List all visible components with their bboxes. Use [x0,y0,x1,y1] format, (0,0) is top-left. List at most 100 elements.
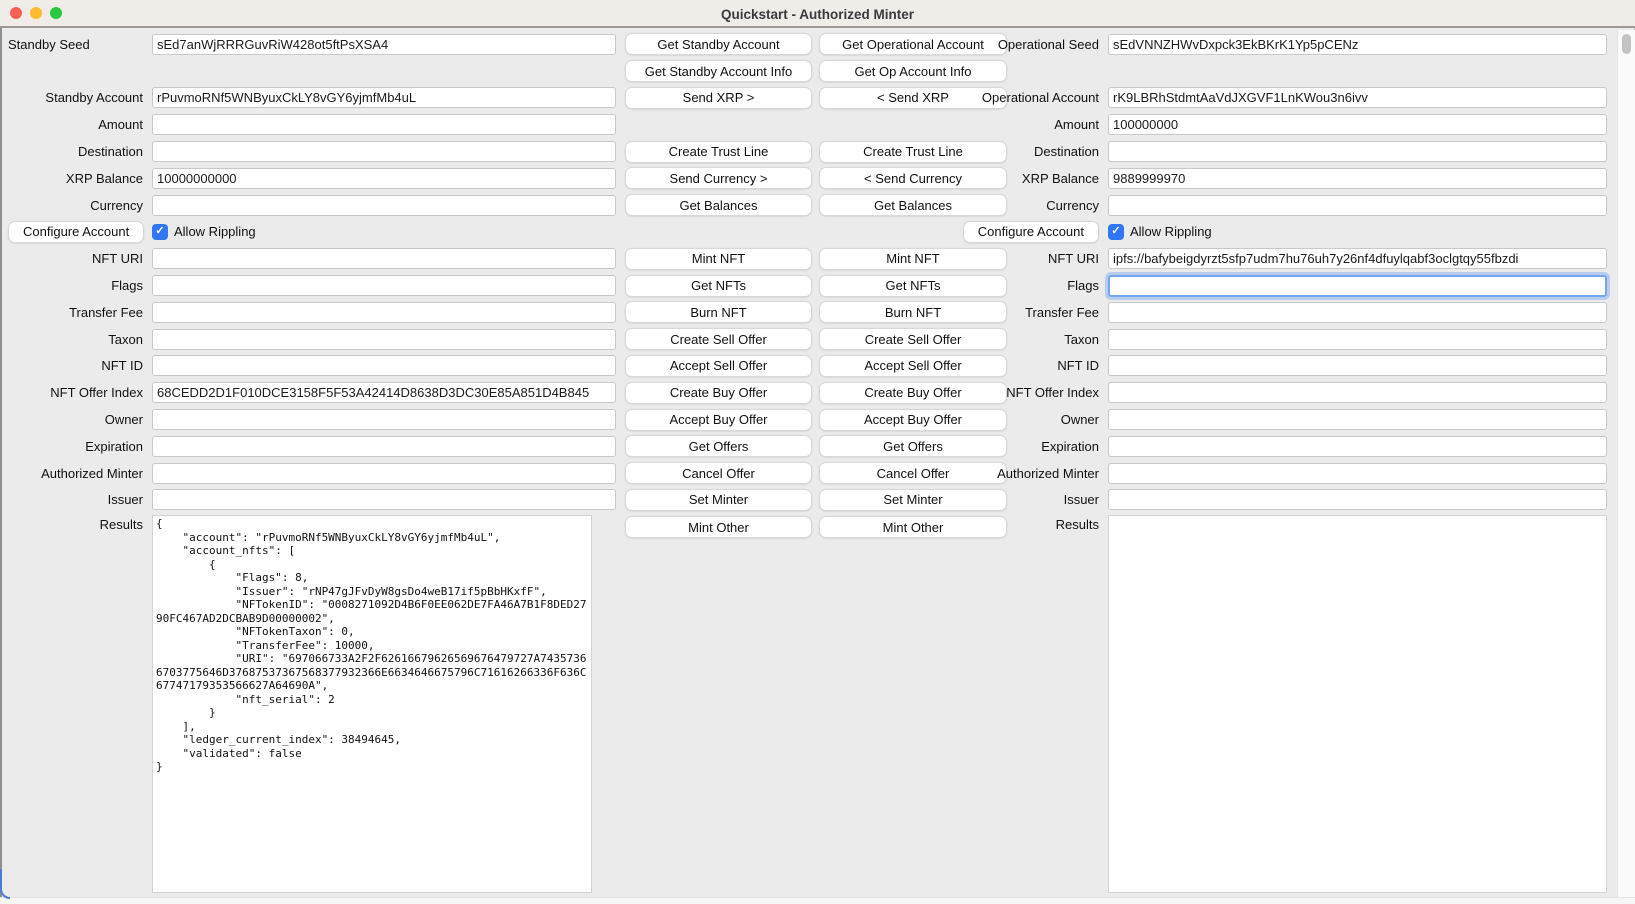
scrollbar-thumb[interactable] [1622,34,1631,54]
standby-currency-input[interactable] [152,195,616,216]
op-currency-label: Currency [1046,198,1099,213]
standby-get-balances-button[interactable]: Get Balances [625,194,812,216]
standby-taxon-label: Taxon [108,332,143,347]
op-get-balances-button[interactable]: Get Balances [819,194,1007,216]
op-results-textarea[interactable] [1108,515,1607,893]
op-destination-input[interactable] [1108,141,1607,162]
op-mint-nft-button[interactable]: Mint NFT [819,248,1007,270]
op-configure-account-button[interactable]: Configure Account [963,221,1099,243]
op-authorized-minter-input[interactable] [1108,463,1607,484]
standby-authorized-minter-input[interactable] [152,463,616,484]
standby-nft-uri-input[interactable] [152,248,616,269]
op-mint-other-button[interactable]: Mint Other [819,516,1007,538]
op-accept-sell-offer-button[interactable]: Accept Sell Offer [819,355,1007,377]
op-owner-input[interactable] [1108,409,1607,430]
standby-nft-id-input[interactable] [152,355,616,376]
row-nft-offer-index: NFT Offer Index Create Buy Offer Create … [0,379,1635,406]
standby-issuer-input[interactable] [152,489,616,510]
standby-configure-account-button[interactable]: Configure Account [8,221,144,243]
standby-cancel-offer-button[interactable]: Cancel Offer [625,462,812,484]
row-flags: Flags Get NFTs Get NFTs Flags [0,272,1635,299]
standby-amount-input[interactable] [152,114,616,135]
op-taxon-input[interactable] [1108,329,1607,350]
op-amount-label: Amount [1054,117,1099,132]
op-currency-input[interactable] [1108,195,1607,216]
op-allow-rippling-checkbox[interactable]: ✓ [1108,224,1124,240]
op-create-sell-offer-button[interactable]: Create Sell Offer [819,328,1007,350]
row-currency: Currency Get Balances Get Balances Curre… [0,192,1635,219]
op-results-label: Results [1056,517,1099,532]
row-nft-id: NFT ID Accept Sell Offer Accept Sell Off… [0,353,1635,380]
op-expiration-input[interactable] [1108,436,1607,457]
standby-nft-offer-index-input[interactable] [152,382,616,403]
op-nft-uri-input[interactable] [1108,248,1607,269]
op-nft-uri-label: NFT URI [1048,251,1099,266]
standby-set-minter-button[interactable]: Set Minter [625,489,812,511]
op-nft-id-label: NFT ID [1057,358,1099,373]
op-burn-nft-button[interactable]: Burn NFT [819,301,1007,323]
vertical-scrollbar[interactable] [1617,30,1635,897]
get-standby-account-info-button[interactable]: Get Standby Account Info [625,60,812,82]
op-nft-offer-index-input[interactable] [1108,382,1607,403]
send-currency-right-button[interactable]: Send Currency > [625,167,812,189]
bottom-strip [0,897,1635,904]
op-create-trust-line-button[interactable]: Create Trust Line [819,141,1007,163]
standby-account-input[interactable] [152,87,616,108]
standby-allow-rippling-checkbox[interactable]: ✓ [152,224,168,240]
op-amount-input[interactable] [1108,114,1607,135]
op-get-offers-button[interactable]: Get Offers [819,435,1007,457]
op-flags-input[interactable] [1108,275,1607,297]
standby-seed-input[interactable] [152,34,616,55]
op-xrp-balance-input[interactable] [1108,168,1607,189]
op-set-minter-button[interactable]: Set Minter [819,489,1007,511]
op-accept-buy-offer-button[interactable]: Accept Buy Offer [819,409,1007,431]
standby-currency-label: Currency [90,198,143,213]
op-issuer-input[interactable] [1108,489,1607,510]
row-account-info: Get Standby Account Info Get Op Account … [0,58,1635,85]
get-standby-account-button[interactable]: Get Standby Account [625,33,812,55]
standby-nft-offer-index-label: NFT Offer Index [50,385,143,400]
operational-account-input[interactable] [1108,87,1607,108]
row-nft-uri: NFT URI Mint NFT Mint NFT NFT URI [0,245,1635,272]
send-xrp-right-button[interactable]: Send XRP > [625,87,812,109]
standby-flags-label: Flags [111,278,143,293]
standby-mint-nft-button[interactable]: Mint NFT [625,248,812,270]
standby-owner-input[interactable] [152,409,616,430]
operational-account-label: Operational Account [982,90,1099,105]
op-flags-label: Flags [1067,278,1099,293]
op-owner-label: Owner [1061,412,1099,427]
standby-flags-input[interactable] [152,275,616,296]
standby-destination-input[interactable] [152,141,616,162]
standby-mint-other-button[interactable]: Mint Other [625,516,812,538]
standby-accept-sell-offer-button[interactable]: Accept Sell Offer [625,355,812,377]
get-operational-account-button[interactable]: Get Operational Account [819,33,1007,55]
standby-taxon-input[interactable] [152,329,616,350]
send-currency-left-button[interactable]: < Send Currency [819,167,1007,189]
standby-transfer-fee-input[interactable] [152,302,616,323]
op-transfer-fee-input[interactable] [1108,302,1607,323]
row-account: Standby Account Send XRP > < Send XRP Op… [0,85,1635,112]
standby-xrp-balance-input[interactable] [152,168,616,189]
standby-get-offers-button[interactable]: Get Offers [625,435,812,457]
standby-get-nfts-button[interactable]: Get NFTs [625,275,812,297]
standby-create-buy-offer-button[interactable]: Create Buy Offer [625,382,812,404]
op-nft-offer-index-label: NFT Offer Index [1006,385,1099,400]
standby-burn-nft-button[interactable]: Burn NFT [625,301,812,323]
op-get-nfts-button[interactable]: Get NFTs [819,275,1007,297]
op-create-buy-offer-button[interactable]: Create Buy Offer [819,382,1007,404]
operational-seed-input[interactable] [1108,34,1607,55]
standby-create-sell-offer-button[interactable]: Create Sell Offer [625,328,812,350]
standby-expiration-input[interactable] [152,436,616,457]
standby-account-label: Standby Account [45,90,143,105]
op-transfer-fee-label: Transfer Fee [1025,305,1099,320]
standby-create-trust-line-button[interactable]: Create Trust Line [625,141,812,163]
standby-results-textarea[interactable]: { "account": "rPuvmoRNf5WNByuxCkLY8vGY6y… [152,515,592,893]
op-cancel-offer-button[interactable]: Cancel Offer [819,462,1007,484]
standby-expiration-label: Expiration [85,439,143,454]
standby-issuer-label: Issuer [108,492,143,507]
send-xrp-left-button[interactable]: < Send XRP [819,87,1007,109]
get-op-account-info-button[interactable]: Get Op Account Info [819,60,1007,82]
op-nft-id-input[interactable] [1108,355,1607,376]
standby-seed-label: Standby Seed [8,37,90,52]
standby-accept-buy-offer-button[interactable]: Accept Buy Offer [625,409,812,431]
